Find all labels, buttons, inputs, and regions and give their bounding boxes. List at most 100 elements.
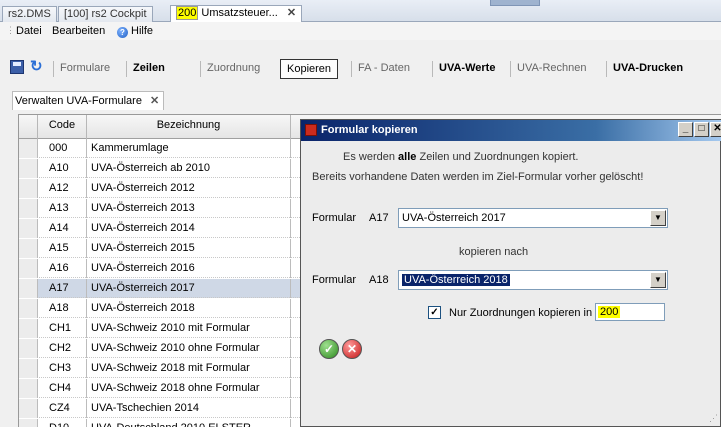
cell-bezeichnung[interactable]: UVA-Österreich 2017	[87, 279, 291, 298]
source-formular-label: Formular	[312, 212, 357, 224]
cell-code[interactable]: D10	[38, 419, 87, 427]
close-icon[interactable]: ✕	[150, 95, 159, 107]
row-indicator[interactable]	[19, 199, 38, 218]
row-indicator[interactable]	[19, 179, 38, 198]
ok-button[interactable]: ✓	[319, 339, 339, 359]
cell-bezeichnung[interactable]: UVA-Österreich 2014	[87, 219, 291, 238]
source-code: A17	[369, 212, 389, 224]
cancel-button[interactable]: ✕	[342, 339, 362, 359]
row-indicator[interactable]	[19, 359, 38, 378]
dialog-titlebar: Formular kopieren _ □ ✕	[301, 120, 721, 141]
cell-code[interactable]: A17	[38, 279, 87, 298]
minimize-icon[interactable]: _	[678, 122, 693, 137]
column-header-bezeichnung[interactable]: Bezeichnung	[87, 115, 291, 139]
subtab-label: Verwalten UVA-Formulare	[15, 95, 142, 107]
tab-verwalten-uva-formulare[interactable]: Verwalten UVA-Formulare ✕	[12, 91, 165, 110]
close-icon[interactable]: ✕	[287, 7, 296, 19]
cell-code[interactable]: A12	[38, 179, 87, 198]
chevron-down-icon[interactable]: ▼	[650, 272, 666, 288]
info-bold: alle	[398, 151, 417, 163]
resize-grip-icon[interactable]: ⋰	[709, 413, 718, 424]
nur-zuordnungen-checkbox[interactable]: ✓	[428, 306, 441, 319]
formulare-button[interactable]: Formulare	[53, 61, 110, 77]
row-indicator[interactable]	[19, 159, 38, 178]
tab-label: rs2.DMS	[8, 8, 51, 20]
save-icon[interactable]	[10, 60, 24, 74]
cell-code[interactable]: CH4	[38, 379, 87, 398]
cell-bezeichnung[interactable]: Kammerumlage	[87, 139, 291, 158]
row-indicator[interactable]	[19, 399, 38, 418]
cell-code[interactable]: A13	[38, 199, 87, 218]
app-icon	[305, 124, 317, 136]
uva-drucken-button[interactable]: UVA-Drucken	[606, 61, 683, 77]
menu-datei[interactable]: Datei	[16, 25, 42, 37]
cell-code[interactable]: A16	[38, 259, 87, 278]
menu-hilfe-label: Hilfe	[131, 25, 154, 37]
firma-input[interactable]: 200	[595, 303, 665, 321]
cell-code[interactable]: CH1	[38, 319, 87, 338]
row-indicator[interactable]	[19, 339, 38, 358]
cell-code[interactable]: CZ4	[38, 399, 87, 418]
zuordnung-button[interactable]: Zuordnung	[200, 61, 260, 77]
cell-code[interactable]: CH3	[38, 359, 87, 378]
refresh-icon[interactable]: ↻	[30, 59, 44, 74]
title-decoration	[490, 0, 540, 6]
tab-label: Umsatzsteuer...	[201, 7, 278, 19]
cell-code[interactable]: A15	[38, 239, 87, 258]
row-indicator[interactable]	[19, 139, 38, 158]
document-tab-strip: rs2.DMS [100] rs2 Cockpit 200 Umsatzsteu…	[0, 0, 721, 22]
cell-bezeichnung[interactable]: UVA-Österreich 2016	[87, 259, 291, 278]
row-indicator[interactable]	[19, 419, 38, 427]
tab-rs2-dms[interactable]: rs2.DMS	[2, 6, 57, 22]
tab-label: [100] rs2 Cockpit	[64, 8, 147, 20]
cell-code[interactable]: CH2	[38, 339, 87, 358]
row-indicator[interactable]	[19, 279, 38, 298]
cell-bezeichnung[interactable]: UVA-Deutschland 2010 ELSTER	[87, 419, 291, 427]
row-indicator[interactable]	[19, 239, 38, 258]
cell-code[interactable]: 000	[38, 139, 87, 158]
toolbar: ↻ Formulare Zeilen Zuordnung Kopieren FA…	[0, 52, 721, 82]
grip-icon: ⋮	[6, 25, 15, 35]
target-formular-select[interactable]: UVA-Österreich 2018 ▼	[398, 270, 668, 290]
dialog-title: Formular kopieren	[321, 124, 418, 136]
uva-rechnen-button[interactable]: UVA-Rechnen	[510, 61, 587, 77]
close-icon[interactable]: ✕	[710, 122, 721, 137]
maximize-icon[interactable]: □	[694, 122, 709, 137]
info-line-1: Es werden alle Zeilen und Zuordnungen ko…	[343, 151, 578, 163]
tab-company-code: 200	[176, 6, 199, 20]
target-code: A18	[369, 274, 389, 286]
row-indicator[interactable]	[19, 379, 38, 398]
column-header-code[interactable]: Code	[38, 115, 87, 139]
row-indicator[interactable]	[19, 299, 38, 318]
menu-bearbeiten[interactable]: Bearbeiten	[52, 25, 105, 37]
window-buttons: _ □ ✕	[677, 122, 721, 143]
source-formular-select[interactable]: UVA-Österreich 2017 ▼	[398, 208, 668, 228]
cell-bezeichnung[interactable]: UVA-Schweiz 2018 ohne Formular	[87, 379, 291, 398]
zeilen-button[interactable]: Zeilen	[126, 61, 165, 77]
info-suffix: Zeilen und Zuordnungen kopiert.	[419, 151, 579, 163]
cell-code[interactable]: A18	[38, 299, 87, 318]
cell-code[interactable]: A10	[38, 159, 87, 178]
menu-hilfe[interactable]: ? Hilfe	[117, 25, 153, 38]
cell-bezeichnung[interactable]: UVA-Tschechien 2014	[87, 399, 291, 418]
fa-daten-button[interactable]: FA - Daten	[351, 61, 410, 77]
info-line-2: Bereits vorhandene Daten werden im Ziel-…	[312, 171, 644, 183]
chevron-down-icon[interactable]: ▼	[650, 210, 666, 226]
tab-cockpit[interactable]: [100] rs2 Cockpit	[58, 6, 153, 22]
cell-bezeichnung[interactable]: UVA-Österreich ab 2010	[87, 159, 291, 178]
cell-bezeichnung[interactable]: UVA-Österreich 2013	[87, 199, 291, 218]
cell-bezeichnung[interactable]: UVA-Schweiz 2018 mit Formular	[87, 359, 291, 378]
row-indicator[interactable]	[19, 259, 38, 278]
row-indicator[interactable]	[19, 319, 38, 338]
cell-bezeichnung[interactable]: UVA-Österreich 2018	[87, 299, 291, 318]
cell-bezeichnung[interactable]: UVA-Österreich 2015	[87, 239, 291, 258]
cell-bezeichnung[interactable]: UVA-Österreich 2012	[87, 179, 291, 198]
tab-umsatzsteuer[interactable]: 200 Umsatzsteuer... ✕	[170, 5, 303, 22]
target-formular-value: UVA-Österreich 2018	[402, 274, 510, 286]
row-indicator[interactable]	[19, 219, 38, 238]
cell-bezeichnung[interactable]: UVA-Schweiz 2010 ohne Formular	[87, 339, 291, 358]
cell-bezeichnung[interactable]: UVA-Schweiz 2010 mit Formular	[87, 319, 291, 338]
uva-werte-button[interactable]: UVA-Werte	[432, 61, 495, 77]
kopieren-button[interactable]: Kopieren	[280, 59, 339, 79]
cell-code[interactable]: A14	[38, 219, 87, 238]
